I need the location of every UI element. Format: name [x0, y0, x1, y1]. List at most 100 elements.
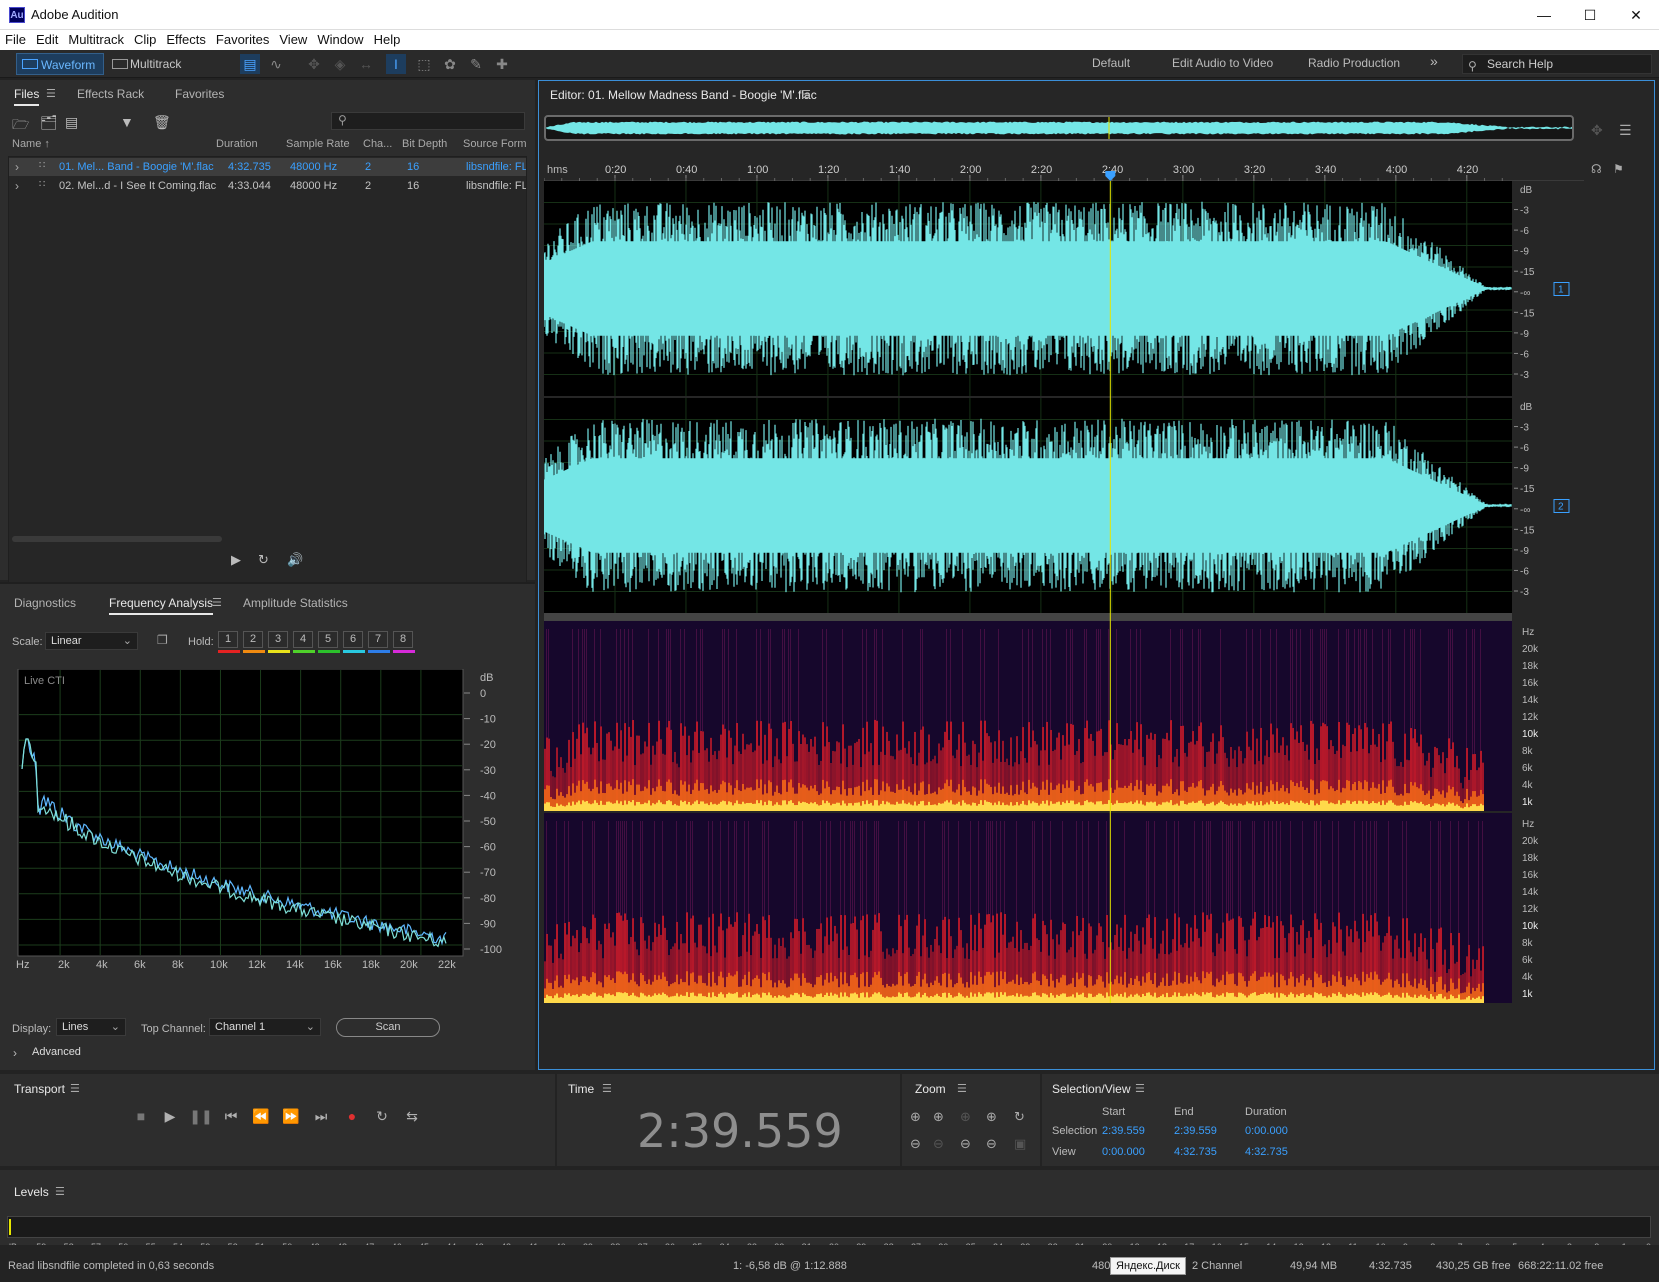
workspace-default[interactable]: Default — [1092, 56, 1130, 70]
move-to-end-icon[interactable]: ⏭ — [308, 1108, 334, 1125]
menu-effects[interactable]: Effects — [161, 30, 211, 50]
view-divider[interactable] — [544, 613, 1512, 621]
insert-into-multitrack-icon[interactable]: ▼ — [120, 114, 134, 130]
move-to-start-icon[interactable]: ⏮ — [218, 1108, 244, 1125]
zoom-out-point-icon[interactable]: ⊖ — [986, 1136, 997, 1152]
menu-file[interactable]: File — [0, 30, 31, 50]
minimize-icon[interactable]: — — [1521, 0, 1567, 30]
files-menu-icon[interactable]: ☰ — [46, 87, 56, 100]
tab-effects-rack[interactable]: Effects Rack — [77, 87, 144, 101]
overview-bar[interactable] — [544, 115, 1574, 141]
zoom-out-full-icon[interactable]: ⊖ — [960, 1136, 971, 1152]
zoom-to-selection-icon[interactable]: ⊕ — [960, 1109, 971, 1125]
tab-amplitude-statistics[interactable]: Amplitude Statistics — [243, 596, 348, 610]
menu-window[interactable]: Window — [312, 30, 368, 50]
menu-view[interactable]: View — [274, 30, 312, 50]
record-icon[interactable]: ● — [339, 1108, 365, 1124]
view-duration-field[interactable]: 4:32.735 — [1245, 1146, 1288, 1158]
brush-tool-icon[interactable]: ✎ — [466, 54, 486, 74]
tab-files[interactable]: Files — [14, 87, 39, 106]
razor-tool-icon[interactable]: ◈ — [330, 54, 350, 74]
zoom-out-amplitude-icon[interactable]: ⊖ — [910, 1136, 921, 1152]
close-file-icon[interactable]: 🗑 — [153, 114, 171, 131]
level-meter[interactable] — [7, 1216, 1651, 1238]
search-help-input[interactable]: Search Help — [1462, 54, 1652, 74]
zoom-to-selection-icon[interactable]: ✥ — [1591, 122, 1603, 139]
view-end-field[interactable]: 4:32.735 — [1174, 1146, 1217, 1158]
hold-button-6[interactable]: 6 — [343, 631, 363, 648]
stop-icon[interactable]: ■ — [128, 1108, 154, 1124]
skip-selection-icon[interactable]: ⇆ — [399, 1108, 425, 1125]
preview-play-icon[interactable]: ▶ — [231, 552, 241, 568]
table-row[interactable]: › ∷ 01. Mel... Band - Boogie 'M'.flac 4:… — [9, 158, 526, 176]
col-source-format[interactable]: Source Format — [463, 138, 527, 150]
hold-button-3[interactable]: 3 — [268, 631, 288, 648]
expand-icon[interactable]: › — [15, 179, 19, 193]
zoom-menu-icon[interactable]: ☰ — [957, 1082, 967, 1095]
preview-loop-icon[interactable]: ↻ — [258, 552, 269, 568]
import-file-icon[interactable]: 🗂 — [40, 114, 58, 131]
files-search-input[interactable]: ⚲ — [331, 112, 525, 130]
workspace-radio-production[interactable]: Radio Production — [1308, 56, 1400, 70]
slip-tool-icon[interactable]: ↔ — [356, 54, 376, 74]
pause-icon[interactable]: ❚❚ — [188, 1108, 214, 1125]
maximize-icon[interactable]: ☐ — [1567, 0, 1613, 30]
table-row[interactable]: › ∷ 02. Mel...d - I See It Coming.flac 4… — [9, 177, 526, 195]
new-file-icon[interactable]: ▤ — [65, 114, 78, 131]
editor-menu-icon[interactable]: ☰ — [801, 88, 811, 101]
horizontal-scrollbar[interactable] — [12, 536, 222, 542]
overview-menu-icon[interactable]: ☰ — [1619, 122, 1632, 139]
time-ruler[interactable]: hms 0:20 0:40 1:00 1:20 1:40 2:00 2:20 2:40 3:00 3… — [544, 159, 1584, 181]
top-channel-select[interactable]: Channel 1 ⌄ — [209, 1018, 321, 1036]
zoom-in-point-icon[interactable]: ⊕ — [986, 1109, 997, 1125]
zoom-reset-icon[interactable]: ↻ — [1014, 1109, 1025, 1125]
hold-button-8[interactable]: 8 — [393, 631, 413, 648]
zoom-out-time-icon[interactable]: ⊖ — [933, 1136, 944, 1152]
open-file-icon[interactable]: 🗁 — [12, 114, 29, 138]
col-channels[interactable]: Cha... — [363, 138, 392, 150]
preview-autoplay-icon[interactable]: 🔊 — [287, 552, 303, 568]
selection-end-field[interactable]: 2:39.559 — [1174, 1125, 1217, 1137]
tab-favorites[interactable]: Favorites — [175, 87, 224, 101]
selection-menu-icon[interactable]: ☰ — [1135, 1082, 1145, 1095]
loop-icon[interactable]: ↻ — [369, 1108, 395, 1125]
close-icon[interactable]: ✕ — [1613, 0, 1659, 30]
scan-button[interactable]: Scan — [336, 1018, 440, 1037]
menu-favorites[interactable]: Favorites — [211, 30, 274, 50]
levels-menu-icon[interactable]: ☰ — [55, 1185, 65, 1198]
zoom-in-amplitude-icon[interactable]: ⊕ — [910, 1109, 921, 1125]
advanced-chevron-icon[interactable]: › — [13, 1046, 17, 1060]
menu-help[interactable]: Help — [369, 30, 406, 50]
fast-forward-icon[interactable]: ⏩ — [278, 1108, 304, 1125]
col-sample-rate[interactable]: Sample Rate — [286, 138, 350, 150]
rewind-icon[interactable]: ⏪ — [248, 1108, 274, 1125]
pitch-display-icon[interactable]: ∿ — [266, 54, 286, 74]
hold-button-4[interactable]: 4 — [293, 631, 313, 648]
waveform-area[interactable]: dB -3 -6 -9 -15 -∞ -15 -9 -6 -3 1 dB -3 -6 -9 -15 -∞ -15 -… — [544, 181, 1651, 1061]
more-workspaces-icon[interactable]: » — [1430, 53, 1438, 69]
tab-diagnostics[interactable]: Diagnostics — [14, 596, 76, 610]
play-icon[interactable]: ▶ — [157, 1108, 183, 1125]
time-selection-tool-icon[interactable]: I — [386, 54, 406, 74]
lasso-tool-icon[interactable]: ✿ — [440, 54, 460, 74]
playhead-handle[interactable] — [1105, 171, 1116, 181]
selection-start-field[interactable]: 2:39.559 — [1102, 1125, 1145, 1137]
transport-menu-icon[interactable]: ☰ — [70, 1082, 80, 1095]
tab-frequency-analysis[interactable]: Frequency Analysis — [109, 596, 213, 615]
selection-duration-field[interactable]: 0:00.000 — [1245, 1125, 1288, 1137]
menu-edit[interactable]: Edit — [31, 30, 63, 50]
headphones-icon[interactable]: ☊ — [1591, 162, 1602, 176]
pin-icon[interactable]: ⚑ — [1613, 162, 1624, 176]
analysis-menu-icon[interactable]: ☰ — [212, 596, 222, 609]
hold-button-5[interactable]: 5 — [318, 631, 338, 648]
spot-healing-icon[interactable]: ✚ — [492, 54, 512, 74]
scale-select[interactable]: Linear ⌄ — [45, 632, 138, 650]
hold-button-7[interactable]: 7 — [368, 631, 388, 648]
hold-button-2[interactable]: 2 — [243, 631, 263, 648]
col-bit-depth[interactable]: Bit Depth — [402, 138, 447, 150]
copy-graph-icon[interactable]: ❐ — [157, 633, 168, 647]
menu-clip[interactable]: Clip — [129, 30, 161, 50]
view-start-field[interactable]: 0:00.000 — [1102, 1146, 1145, 1158]
zoom-in-time-icon[interactable]: ⊕ — [933, 1109, 944, 1125]
menu-multitrack[interactable]: Multitrack — [63, 30, 129, 50]
